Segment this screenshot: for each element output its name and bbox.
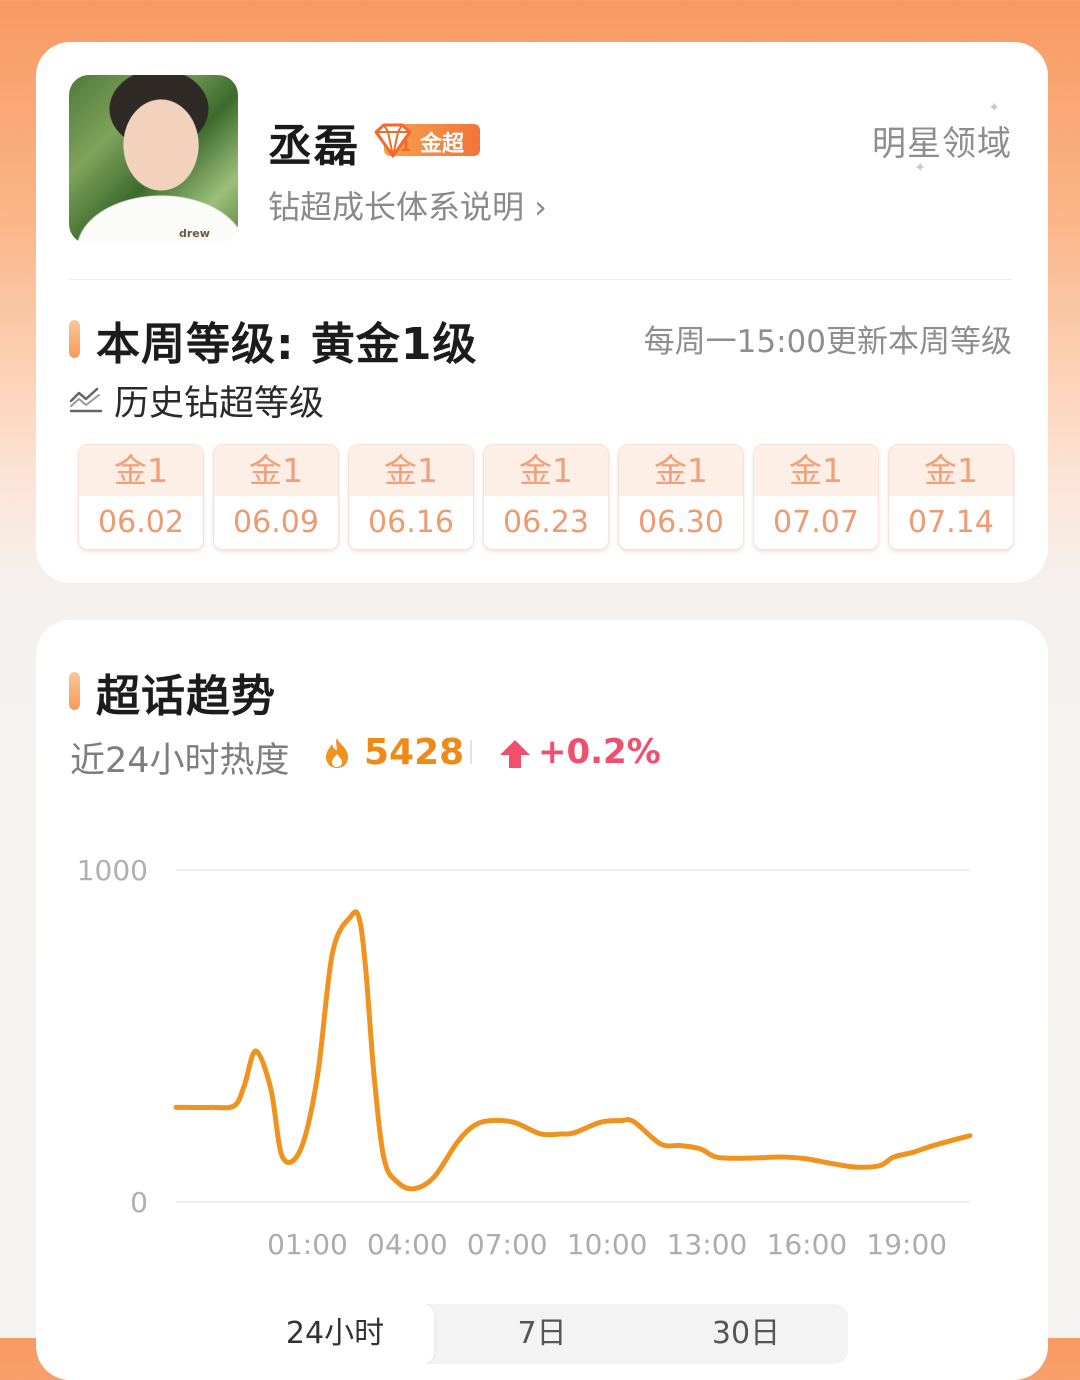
star-name: 丞磊 — [268, 121, 360, 172]
week-item[interactable]: 金1 06.30 — [618, 444, 744, 550]
trend-title: 超话趋势 — [96, 671, 276, 722]
x-tick-label: 04:00 — [367, 1228, 448, 1260]
range-tabs: 24小时 7日 30日 — [236, 1304, 848, 1364]
week-item[interactable]: 金1 07.14 — [888, 444, 1014, 550]
week-date: 06.23 — [484, 497, 608, 549]
week-date: 06.16 — [349, 497, 473, 549]
week-item[interactable]: 金1 06.02 — [78, 444, 204, 550]
heat-label: 近24小时热度 — [70, 741, 290, 781]
week-level: 金1 — [889, 445, 1013, 496]
growth-system-link[interactable]: 钻超成长体系说明 › — [268, 182, 547, 228]
trend-card: 超话趋势 近24小时热度 5428 +0.2% 0 1000 01:00 04:00 0… — [36, 620, 1048, 1380]
week-level: 金1 — [349, 445, 473, 496]
tab-7d[interactable]: 7日 — [440, 1304, 644, 1364]
week-date: 07.14 — [889, 497, 1013, 549]
trend-chart-icon — [69, 387, 103, 413]
history-level-label: 历史钻超等级 — [114, 384, 325, 424]
y-tick-label: 1000 — [77, 854, 148, 887]
update-note: 每周一15:00更新本周等级 — [643, 324, 1012, 360]
week-date: 06.09 — [214, 497, 338, 549]
week-item[interactable]: 金1 06.23 — [483, 444, 609, 550]
x-tick-label: 16:00 — [767, 1228, 848, 1260]
section-accent-bar — [69, 672, 80, 710]
x-tick-label: 01:00 — [267, 1228, 348, 1260]
x-tick-label: 13:00 — [667, 1228, 748, 1260]
badge-text: 金超 — [420, 132, 465, 157]
tab-24h[interactable]: 24小时 — [236, 1304, 434, 1364]
arrow-up-icon — [500, 740, 530, 768]
week-item[interactable]: 金1 06.16 — [348, 444, 474, 550]
avatar-shirt-text: drew — [179, 227, 210, 240]
week-level: 金1 — [214, 445, 338, 496]
badge-level: 1 — [400, 136, 412, 155]
x-tick-label: 19:00 — [866, 1228, 947, 1260]
week-item[interactable]: 金1 06.09 — [213, 444, 339, 550]
tab-30d[interactable]: 30日 — [644, 1304, 848, 1364]
week-level: 金1 — [754, 445, 878, 496]
week-level: 金1 — [619, 445, 743, 496]
divider — [470, 740, 472, 764]
weekly-level-title: 本周等级: 黄金1级 — [96, 319, 478, 370]
week-item[interactable]: 金1 07.07 — [753, 444, 879, 550]
sparkle-icon: ✦ — [988, 100, 1000, 116]
series-line — [173, 909, 973, 1192]
trend-line-chart: 0 1000 01:00 04:00 07:00 10:00 13:00 16:00 19:00 — [77, 854, 973, 1260]
y-tick-label: 0 — [130, 1186, 148, 1219]
heat-value: 5428 — [364, 732, 465, 773]
divider — [69, 279, 1012, 280]
trend-chart: 0 1000 01:00 04:00 07:00 10:00 13:00 16:00 19:00 — [36, 830, 1048, 1260]
x-tick-label: 10:00 — [567, 1228, 648, 1260]
heat-change: +0.2% — [538, 732, 661, 772]
sparkle-icon: ✦ — [914, 160, 926, 176]
section-accent-bar — [69, 320, 80, 358]
star-domain-label[interactable]: 明星领域 — [872, 116, 1012, 165]
x-tick-label: 07:00 — [467, 1228, 548, 1260]
history-weeks: 金1 06.02 金1 06.09 金1 06.16 金1 06.23 金1 0… — [78, 444, 1014, 550]
week-level: 金1 — [484, 445, 608, 496]
week-level: 金1 — [79, 445, 203, 496]
super-badge[interactable]: 1 金超 — [370, 122, 480, 158]
profile-card: drew 丞磊 1 金超 钻超成长体系说明 › 明星领域 ✦ ✦ 本周等级: 黄… — [36, 42, 1048, 583]
week-date: 06.30 — [619, 497, 743, 549]
week-date: 06.02 — [79, 497, 203, 549]
fire-icon — [326, 738, 348, 768]
week-date: 07.07 — [754, 497, 878, 549]
avatar[interactable]: drew — [69, 75, 238, 244]
